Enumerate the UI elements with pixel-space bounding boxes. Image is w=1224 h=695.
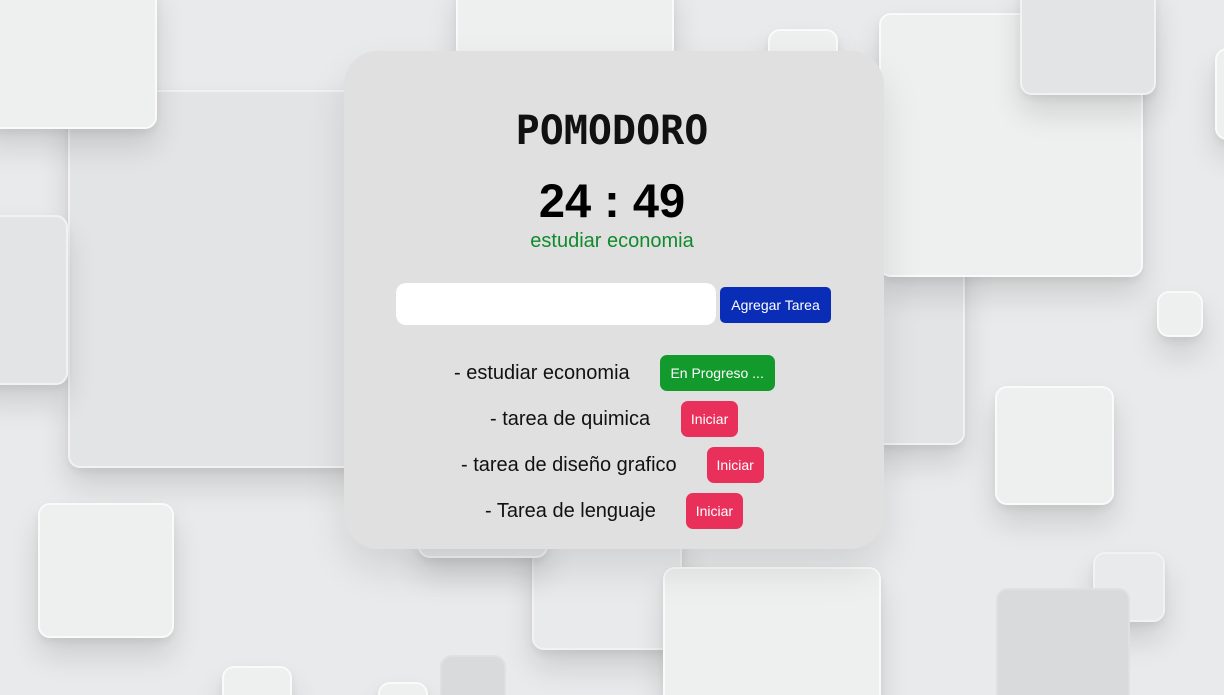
add-task-button[interactable]: Agregar Tarea (720, 287, 831, 323)
bg-square (1020, 0, 1156, 95)
task-row: - tarea de diseño grafico Iniciar (461, 447, 764, 483)
task-label: - tarea de diseño grafico (461, 453, 677, 476)
bg-square (378, 682, 428, 695)
bg-square (222, 666, 292, 695)
task-label: - estudiar economia (454, 361, 630, 384)
task-label: - Tarea de lenguaje (485, 499, 656, 522)
task-start-button[interactable]: Iniciar (685, 493, 743, 529)
bg-square (996, 588, 1130, 695)
task-label: - tarea de quimica (490, 407, 651, 430)
timer-display: 24 : 49 (538, 174, 686, 227)
bg-square (38, 503, 174, 638)
task-in-progress-button[interactable]: En Progreso ... (659, 355, 775, 391)
task-row: - Tarea de lenguaje Iniciar (485, 493, 743, 529)
bg-square (995, 386, 1114, 505)
app-title: POMODORO (515, 108, 709, 154)
task-row: - tarea de quimica Iniciar (490, 401, 739, 437)
bg-square (663, 567, 881, 695)
current-task-label: estudiar economia (530, 230, 694, 252)
bg-square (440, 655, 506, 695)
bg-square (1157, 291, 1203, 337)
task-start-button[interactable]: Iniciar (681, 401, 739, 437)
task-input[interactable] (396, 283, 716, 325)
task-start-button[interactable]: Iniciar (706, 447, 764, 483)
task-row: - estudiar economia En Progreso ... (454, 355, 775, 391)
